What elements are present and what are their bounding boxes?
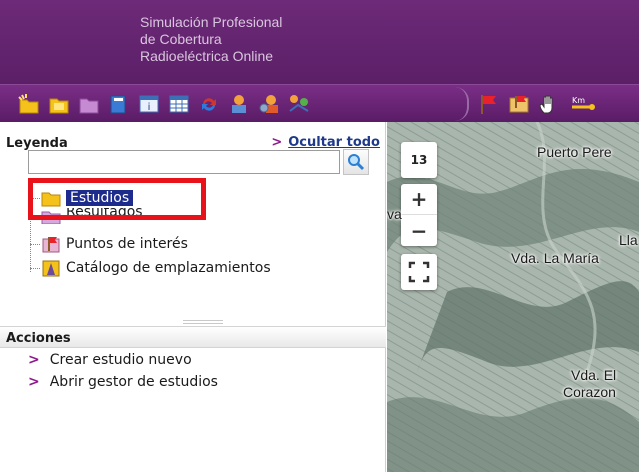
- zoom-level-indicator: 13: [401, 142, 437, 178]
- place-label: Vda. La María: [511, 250, 599, 266]
- new-folder-icon[interactable]: [18, 93, 40, 115]
- actions-header: Acciones: [0, 326, 386, 348]
- search-button[interactable]: [343, 149, 369, 175]
- tree-item-label: Resultados: [66, 208, 143, 220]
- map-flag-icon[interactable]: [508, 93, 530, 115]
- hide-all-link[interactable]: > Ocultar todo: [271, 135, 380, 150]
- action-create-study[interactable]: > Crear estudio nuevo: [28, 352, 192, 368]
- results-icon: [41, 211, 61, 224]
- app-header: Simulación Profesional de Cobertura Radi…: [0, 0, 639, 84]
- splitter-grip: [183, 320, 223, 324]
- place-label: Corazon: [563, 384, 616, 400]
- tree-item-resultados[interactable]: Resultados: [30, 208, 143, 224]
- place-label: Vda. El: [571, 367, 617, 383]
- fullscreen-icon: [408, 261, 430, 283]
- user-gear-icon[interactable]: [258, 93, 280, 115]
- legend-tree: Estudios Resultados Puntos de interés Ca…: [0, 186, 386, 296]
- hand-pan-icon[interactable]: [538, 93, 560, 115]
- place-label: va: [387, 206, 402, 222]
- users-settings-icon[interactable]: [228, 93, 250, 115]
- zoom-level-value: 13: [410, 153, 428, 167]
- distance-measure-icon[interactable]: Km: [568, 93, 600, 115]
- app-title: Simulación Profesional de Cobertura Radi…: [140, 14, 283, 64]
- action-label: Abrir gestor de estudios: [49, 374, 218, 390]
- minus-icon: −: [410, 218, 428, 243]
- search-icon: [348, 154, 365, 171]
- actions-title: Acciones: [6, 331, 71, 346]
- place-label: Lla: [619, 232, 638, 248]
- tree-item-catalogo[interactable]: Catálogo de emplazamientos: [30, 258, 271, 278]
- svg-text:i: i: [148, 102, 151, 113]
- tree-item-label: Puntos de interés: [66, 236, 188, 252]
- plus-icon: +: [410, 187, 428, 211]
- main-toolbar: i Km: [0, 84, 639, 122]
- open-folder-icon[interactable]: [48, 93, 70, 115]
- poi-flag-icon: [42, 237, 60, 253]
- zoom-out-button[interactable]: −: [401, 215, 437, 246]
- hide-all-label: Ocultar todo: [288, 135, 380, 150]
- map-view[interactable]: 13 + − Puerto Pere Vda. La María Lla Vda…: [387, 122, 639, 472]
- info-panel-icon[interactable]: i: [138, 93, 160, 115]
- zoom-in-button[interactable]: +: [401, 184, 437, 215]
- site-catalog-icon: [42, 260, 60, 277]
- tree-item-label: Catálogo de emplazamientos: [66, 260, 271, 276]
- flag-icon[interactable]: [478, 93, 500, 115]
- zoom-control: + −: [401, 184, 437, 246]
- legend-search-input[interactable]: [28, 150, 340, 174]
- place-label: Puerto Pere: [537, 144, 612, 160]
- km-label: Km: [572, 96, 585, 105]
- tree-item-label: Estudios: [66, 190, 134, 206]
- chevron-right-icon: >: [28, 374, 40, 390]
- action-label: Crear estudio nuevo: [49, 352, 192, 368]
- folder-icon[interactable]: [78, 93, 100, 115]
- action-open-study-manager[interactable]: > Abrir gestor de estudios: [28, 374, 218, 390]
- fullscreen-button[interactable]: [401, 254, 437, 290]
- panel-splitter[interactable]: [0, 318, 386, 326]
- book-icon[interactable]: [108, 93, 130, 115]
- chevron-right-icon: >: [28, 352, 40, 368]
- network-users-icon[interactable]: [288, 93, 310, 115]
- legend-title: Leyenda: [6, 136, 68, 151]
- folder-icon: [41, 192, 61, 207]
- refresh-icon[interactable]: [198, 93, 220, 115]
- table-icon[interactable]: [168, 93, 190, 115]
- tree-item-estudios[interactable]: Estudios: [30, 188, 134, 208]
- left-panel: Leyenda > Ocultar todo: [0, 122, 386, 472]
- toolbar-separator: [455, 87, 469, 121]
- chevron-right-icon: >: [271, 135, 283, 150]
- tree-item-puntos-de-interes[interactable]: Puntos de interés: [30, 234, 188, 254]
